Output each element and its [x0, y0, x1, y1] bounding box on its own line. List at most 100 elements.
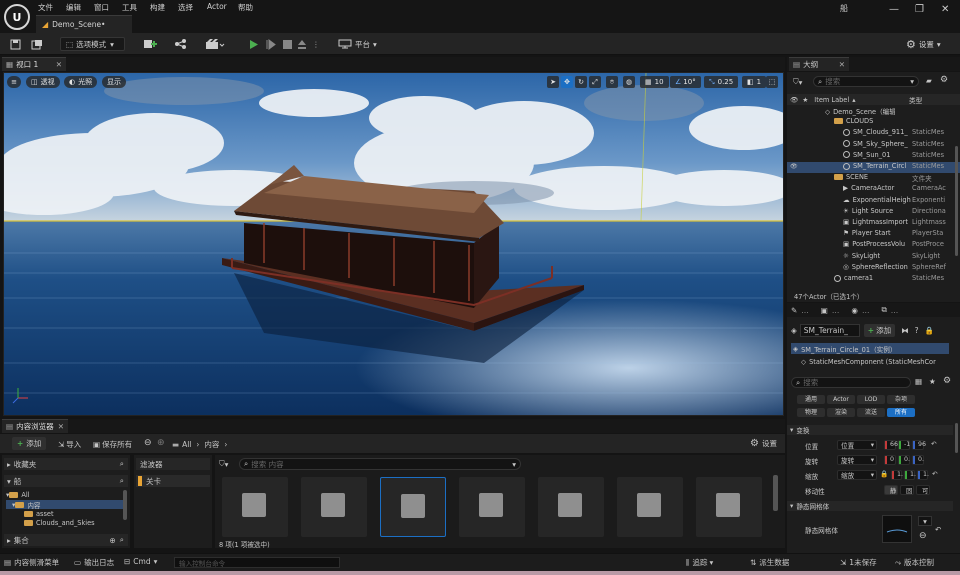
- step-icon[interactable]: [265, 37, 277, 51]
- location-dropdown[interactable]: 位置 ▾: [837, 440, 877, 450]
- type-header[interactable]: 类型: [909, 95, 922, 105]
- filter-tab-general[interactable]: 通用: [797, 395, 825, 404]
- close-icon[interactable]: ✕: [58, 422, 64, 431]
- outliner-row[interactable]: ◇Demo_Scene（编辑器）: [787, 106, 960, 117]
- reset-icon[interactable]: ↶: [932, 470, 938, 478]
- gear-icon[interactable]: ⚙: [940, 75, 948, 85]
- scale-snap-button[interactable]: ⤡ 0.25: [704, 76, 739, 88]
- asset-tile[interactable]: [538, 477, 604, 537]
- filter-tab-physics[interactable]: 物理: [797, 408, 825, 417]
- close-icon[interactable]: ✕: [941, 4, 949, 15]
- browse-icon[interactable]: [30, 37, 44, 51]
- outliner-row[interactable]: SM_Clouds_911_ StaticMes: [787, 128, 960, 139]
- asset-tile[interactable]: [617, 477, 683, 537]
- add-collection-icon[interactable]: ⊕: [110, 536, 116, 545]
- eject-icon[interactable]: [296, 37, 308, 51]
- outliner-row[interactable]: camera1 StaticMes: [787, 274, 960, 285]
- static-mesh-section-header[interactable]: ▾ 静态网格体: [787, 501, 953, 511]
- asset-tile[interactable]: [459, 477, 525, 537]
- rotate-tool-icon[interactable]: ↻: [575, 76, 587, 88]
- menu-select[interactable]: 选择: [178, 2, 193, 13]
- item-label-header[interactable]: Item Label: [814, 96, 849, 104]
- project-header[interactable]: ▾ 船 ⌕: [4, 475, 128, 487]
- scrollbar[interactable]: [955, 423, 958, 453]
- outliner-row[interactable]: SM_Sun_01 StaticMes: [787, 151, 960, 162]
- asset-tile-selected[interactable]: [380, 477, 446, 537]
- outliner-row[interactable]: ▣ PostProcessVolu PostProce: [787, 240, 960, 251]
- scale-dropdown[interactable]: 缩放 ▾: [837, 470, 877, 480]
- lock-icon[interactable]: 🔒: [925, 326, 934, 335]
- star-icon[interactable]: ★: [929, 377, 936, 386]
- scrollbar[interactable]: [773, 475, 778, 511]
- rotation-x-field[interactable]: 0: [884, 455, 896, 465]
- transform-section-header[interactable]: ▾ 变换: [787, 425, 953, 435]
- menu-window[interactable]: 窗口: [94, 2, 109, 13]
- save-all-button[interactable]: ▣ 保存所有: [93, 439, 132, 450]
- filter-tab-all[interactable]: 所有: [887, 408, 915, 417]
- filter-dropdown[interactable]: ⛉ ▾: [219, 459, 228, 469]
- browse-asset-icon[interactable]: ⊖: [919, 531, 927, 541]
- select-tool-icon[interactable]: ➤: [547, 76, 559, 88]
- scale-x-field[interactable]: 1.: [891, 470, 903, 480]
- world-icon[interactable]: ◉: [851, 306, 858, 315]
- outliner-row[interactable]: ☼ SkyLight SkyLight: [787, 252, 960, 263]
- filter-tab-rendering[interactable]: 渲染: [827, 408, 855, 417]
- star-icon[interactable]: ★: [802, 96, 808, 104]
- rotation-dropdown[interactable]: 旋转 ▾: [837, 455, 877, 465]
- gear-icon[interactable]: ⚙: [943, 376, 951, 386]
- add-actor-icon[interactable]: [141, 37, 161, 51]
- add-folder-icon[interactable]: ▰: [926, 76, 932, 85]
- tab-outliner[interactable]: ▤ 大纲 ✕: [789, 57, 849, 71]
- mode-dropdown[interactable]: ⬚ 选项模式 ▾: [60, 37, 125, 51]
- breadcrumb-all[interactable]: All: [182, 440, 191, 449]
- layers-icon[interactable]: ⧉: [881, 305, 886, 315]
- platform-button[interactable]: 平台 ▾: [338, 37, 377, 51]
- close-icon[interactable]: ✕: [839, 60, 845, 69]
- location-z-field[interactable]: 96: [912, 440, 926, 450]
- grid-snap-button[interactable]: ▦ 10: [640, 76, 669, 88]
- outliner-row[interactable]: CLOUDS: [787, 117, 960, 128]
- level-viewport[interactable]: ≡ ◫ 透视 ◐ 光照 显示 ➤ ✥ ↻ ⤢ ⌾ ◍ ▦ 10 ∠ 10° ⤡ …: [3, 72, 784, 416]
- rotation-z-field[interactable]: 0.: [912, 455, 924, 465]
- show-button[interactable]: 显示: [102, 76, 126, 88]
- mesh-dropdown[interactable]: ▾: [918, 516, 932, 526]
- stop-icon[interactable]: [281, 37, 293, 51]
- tree-item-clouds[interactable]: Clouds_and_Skies: [24, 519, 95, 527]
- save-icon[interactable]: [8, 37, 22, 51]
- asset-tile[interactable]: [696, 477, 762, 537]
- minimize-icon[interactable]: —: [889, 4, 899, 15]
- outliner-row[interactable]: ☁ ExponentialHeigh Exponenti: [787, 196, 960, 207]
- cb-settings-button[interactable]: ⚙ 设置: [750, 438, 777, 449]
- tree-item-asset[interactable]: asset: [24, 510, 54, 518]
- translate-tool-icon[interactable]: ✥: [561, 76, 573, 88]
- filter-tab-lod[interactable]: LOD: [857, 395, 885, 404]
- blueprint-icon[interactable]: ⧓: [901, 326, 909, 335]
- outliner-row[interactable]: ▶ CameraActor CameraAc: [787, 184, 960, 195]
- play-icon[interactable]: [248, 37, 260, 51]
- forward-icon[interactable]: ⊕: [157, 438, 165, 448]
- component-row[interactable]: ◇ StaticMeshComponent (StaticMeshCor: [801, 356, 959, 367]
- menu-build[interactable]: 构建: [150, 2, 165, 13]
- details-search-input[interactable]: ⌕ 搜索: [791, 377, 911, 388]
- details-add-button[interactable]: + 添加: [863, 323, 896, 337]
- filter-tab-actor[interactable]: Actor: [827, 395, 855, 404]
- outliner-row[interactable]: ▣ LightmassImport Lightmass: [787, 218, 960, 229]
- help-icon[interactable]: ?: [915, 326, 919, 335]
- world-local-icon[interactable]: ◍: [623, 76, 635, 88]
- viewport-menu-icon[interactable]: ≡: [7, 76, 21, 88]
- mesh-thumbnail[interactable]: [882, 515, 912, 543]
- settings-button[interactable]: ⚙ 设置 ▾: [906, 37, 941, 51]
- mobility-movable-button[interactable]: 可: [916, 485, 930, 495]
- menu-edit[interactable]: 编辑: [66, 2, 81, 13]
- menu-help[interactable]: 帮助: [238, 2, 253, 13]
- table-view-icon[interactable]: ▦: [915, 377, 922, 386]
- scale-y-field[interactable]: 1.: [904, 470, 916, 480]
- search-icon[interactable]: ⌕: [120, 535, 124, 545]
- location-x-field[interactable]: 66: [884, 440, 898, 450]
- maximize-viewport-icon[interactable]: ⬚: [766, 76, 778, 88]
- collections-header[interactable]: ▸ 集合 ⊕ ⌕: [4, 534, 128, 546]
- import-button[interactable]: ⇲ 导入: [58, 439, 81, 450]
- actor-name-field[interactable]: SM_Terrain_: [799, 323, 860, 337]
- back-icon[interactable]: ⊖: [144, 438, 152, 448]
- cmd-dropdown[interactable]: ⊟ Cmd ▾: [124, 557, 157, 566]
